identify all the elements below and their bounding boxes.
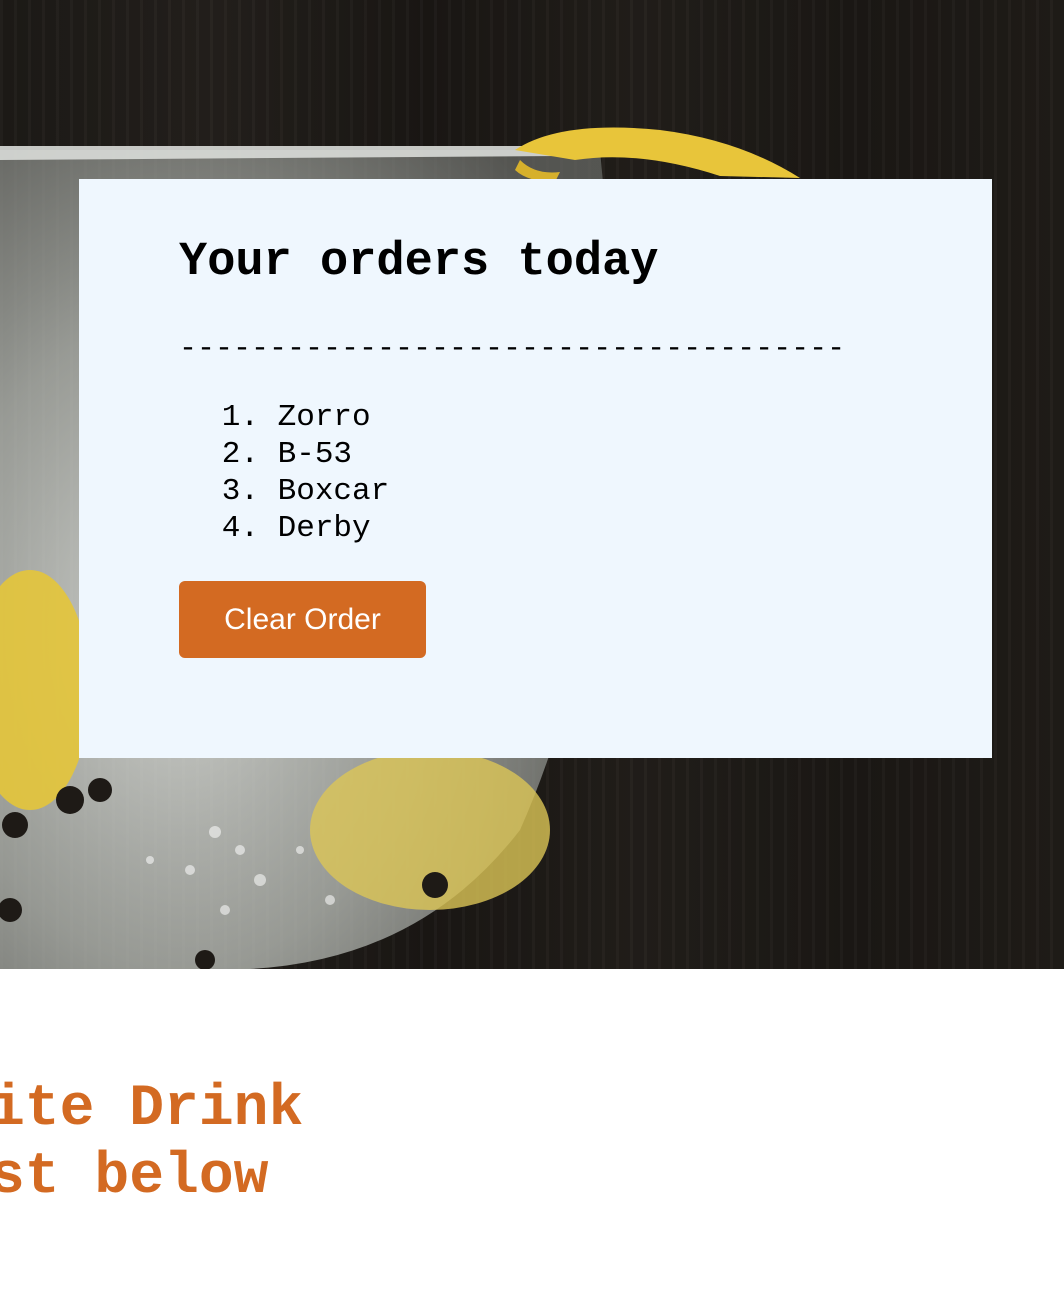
clear-order-button[interactable]: Clear Order [179,581,426,658]
order-name: Zorro [277,400,371,435]
order-name: Derby [277,511,371,546]
order-number: 1. [221,400,259,435]
list-item: 2. B-53 [179,436,389,473]
orders-divider: ------------------------------------- [179,332,846,366]
list-item: 1. Zorro [179,399,389,436]
list-item: 4. Derby [179,510,389,547]
order-number: 3. [221,474,259,509]
section-heading-line-1: ite Drink [0,1077,304,1142]
order-name: Boxcar [277,474,390,509]
order-name: B-53 [277,437,353,472]
order-number: 2. [221,437,259,472]
list-item: 3. Boxcar [179,473,389,510]
section-heading-line-2: st below [0,1145,269,1210]
section-heading: ite Drink st below [0,1076,303,1212]
orders-title: Your orders today [179,236,659,289]
orders-card: Your orders today ----------------------… [79,179,992,758]
order-list: 1. Zorro 2. B-53 3. Boxcar 4. Derby [179,399,389,547]
order-number: 4. [221,511,259,546]
